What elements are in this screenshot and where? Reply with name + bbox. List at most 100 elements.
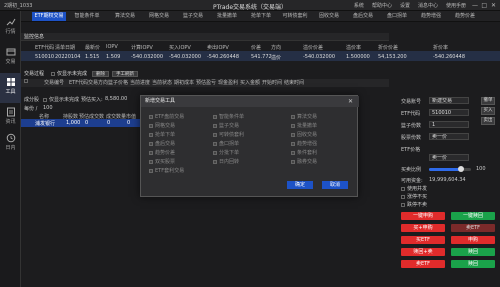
price-type-label: ETF价格: [401, 147, 421, 153]
col-header: 清单日期: [55, 45, 76, 51]
price-type-select[interactable]: 卖一价: [429, 154, 469, 161]
menu-manual[interactable]: 使用手册: [446, 2, 466, 9]
close-window-button[interactable]: ✕: [491, 2, 496, 9]
clock-icon: [6, 133, 15, 143]
only-incomplete-checkbox[interactable]: 仅显示未完成: [51, 70, 87, 78]
dialog-ok-button[interactable]: 确定: [287, 181, 313, 189]
tab-trend-boost[interactable]: 趋势增强: [414, 12, 448, 21]
process-section: 交易过程 仅显示未完成 删除 手工刷新: [21, 70, 389, 78]
left-nav: 行情 交易 工具 资讯 日内: [0, 11, 21, 287]
nav-trade[interactable]: 交易: [0, 43, 21, 73]
level-value: 100: [476, 166, 486, 172]
col-header: ETF代码: [69, 80, 89, 86]
tab-trend-spread[interactable]: 趋势价差: [448, 12, 482, 21]
minimize-button[interactable]: —: [472, 2, 478, 9]
cell: 1.509: [106, 54, 121, 60]
title-bar: 2期初_1033 PTrade交易系统（交易端） 系统 帮助中心 设置 消息中心…: [0, 0, 500, 11]
dialog-close-icon[interactable]: ✕: [348, 98, 353, 105]
redeem-button[interactable]: 赎回: [451, 248, 495, 256]
option[interactable]: 条件套利: [291, 149, 317, 156]
tab-cb-arbitrage[interactable]: 可转债套利: [278, 12, 312, 21]
option[interactable]: 趋势增强: [291, 140, 317, 147]
opt-no-sell-limit-down[interactable]: 跌停不卖: [401, 201, 427, 208]
slider-fill: [429, 168, 461, 171]
menu-settings[interactable]: 设置: [400, 2, 410, 9]
tab-etf-arbitrage[interactable]: ETF期权交易: [32, 12, 66, 21]
option[interactable]: 分批下单: [213, 149, 239, 156]
sell-etf-button[interactable]: 卖ETF: [451, 224, 495, 232]
option[interactable]: 可转债套利: [213, 131, 244, 138]
option[interactable]: 盘口拐单: [213, 140, 239, 147]
select-all-checkbox[interactable]: [24, 79, 28, 83]
option[interactable]: 盘后交易: [149, 140, 175, 147]
option[interactable]: 算法交易: [291, 113, 317, 120]
basket-sell-button[interactable]: 一键赎回: [451, 212, 495, 220]
option[interactable]: 网格交易: [149, 122, 175, 129]
col-header: 当前进度: [130, 80, 151, 86]
sell-etf-button-2[interactable]: 卖ETF: [401, 260, 445, 268]
col-header: 当前状态: [152, 80, 173, 86]
option[interactable]: 日内回转: [213, 158, 239, 165]
account-select[interactable]: 新建交易: [429, 97, 469, 104]
buy-subscribe-button[interactable]: 买+申购: [401, 224, 445, 232]
news-icon: [6, 107, 15, 117]
nav-intraday[interactable]: 日内: [0, 129, 21, 159]
col-header: 期初成本: [174, 80, 195, 86]
option[interactable]: 趋势价差: [149, 149, 175, 156]
tab-batch-cancel[interactable]: 批量撤单: [210, 12, 244, 21]
option[interactable]: 智能条件单: [213, 113, 244, 120]
basket-buy-button[interactable]: 一键申购: [401, 212, 445, 220]
avail-label: 可用资金:: [401, 178, 423, 184]
subscribe-button[interactable]: 申购: [451, 236, 495, 244]
opt-concurrent[interactable]: 使用并发: [401, 185, 427, 192]
menu-system[interactable]: 系统: [354, 2, 364, 9]
redeem-sell-button[interactable]: 赎回+卖: [401, 248, 445, 256]
buy-etf-button[interactable]: 买ETF: [401, 236, 445, 244]
cell: -540.032000: [169, 54, 202, 60]
menu-help[interactable]: 帮助中心: [372, 2, 392, 9]
option[interactable]: 批量撤单: [291, 122, 317, 129]
option[interactable]: 融券交易: [291, 158, 317, 165]
col-header: 溢价率: [346, 45, 362, 51]
tab-smart-order[interactable]: 智能条件单: [70, 12, 104, 21]
maximize-button[interactable]: □: [481, 2, 487, 9]
tab-grab-order[interactable]: 抢单下单: [244, 12, 278, 21]
cell: 0: [127, 120, 131, 126]
dialog-cancel-button[interactable]: 取消: [322, 181, 348, 189]
tab-basket[interactable]: 篮子交易: [176, 12, 210, 21]
cell: -540.032000: [131, 54, 164, 60]
components-only-incomplete[interactable]: 仅显示未完成: [43, 96, 79, 103]
option[interactable]: 抢单下单: [149, 131, 175, 138]
est-buy-value: 8,580.00: [105, 96, 128, 102]
option[interactable]: ETF套利交易: [149, 167, 184, 174]
option[interactable]: ETF盘前交易: [149, 113, 184, 120]
col-header: 结束时间: [284, 80, 305, 86]
nav-tools[interactable]: 工具: [0, 73, 21, 103]
col-header: 折价价差: [378, 45, 399, 51]
delete-button[interactable]: 删除: [92, 71, 109, 77]
basket-count-input[interactable]: 1: [429, 121, 469, 128]
redeem-button-2[interactable]: 赎回: [451, 260, 495, 268]
opt-no-buy-limit-up[interactable]: 涨停不买: [401, 193, 427, 200]
nav-quotes[interactable]: 行情: [0, 13, 21, 43]
tab-after-hours[interactable]: 盘后交易: [346, 12, 380, 21]
tab-fixed-income[interactable]: 固收交易: [312, 12, 346, 21]
option[interactable]: 固收交易: [291, 131, 317, 138]
cell: 541.772: [251, 54, 272, 60]
tab-grid[interactable]: 网格交易: [142, 12, 176, 21]
col-header: 交易方向: [88, 80, 109, 86]
tab-order-book[interactable]: 盘口拐单: [380, 12, 414, 21]
ratio-slider[interactable]: [429, 166, 471, 172]
option[interactable]: 双买股票: [149, 158, 175, 165]
etf-code-input[interactable]: 510010: [429, 109, 469, 116]
shares-price-select[interactable]: 卖一价: [429, 133, 469, 140]
per-label: 每份 /: [24, 106, 38, 112]
cell: 浦发银行: [35, 121, 56, 127]
option[interactable]: 篮子交易: [213, 122, 239, 129]
tab-algo[interactable]: 算法交易: [108, 12, 142, 21]
manual-refresh-button[interactable]: 手工刷新: [112, 71, 138, 77]
cell: 20220104: [55, 54, 81, 60]
menu-messages[interactable]: 消息中心: [418, 2, 438, 9]
slider-knob[interactable]: [457, 166, 464, 172]
cell: 溢价: [271, 55, 282, 61]
